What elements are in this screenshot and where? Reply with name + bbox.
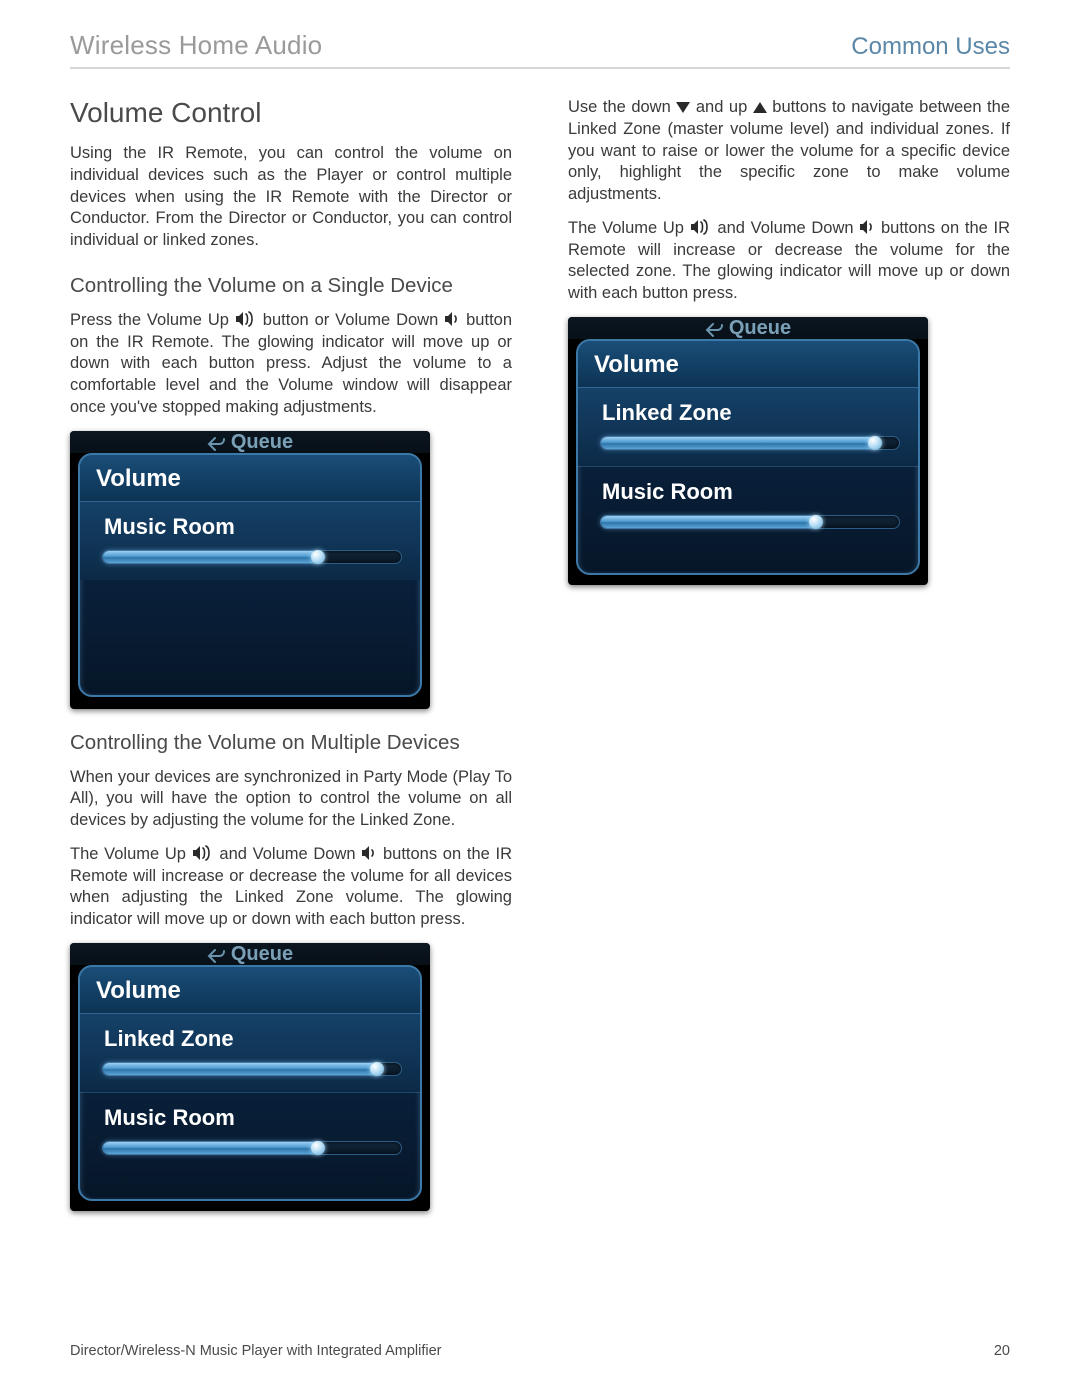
volume-slider[interactable] — [102, 1062, 402, 1076]
volume-slider[interactable] — [102, 550, 402, 564]
zone-label: Music Room — [104, 514, 406, 540]
zone-label: Music Room — [602, 479, 904, 505]
volume-down-icon — [444, 311, 460, 327]
page-footer: Director/Wireless-N Music Player with In… — [70, 1343, 1010, 1359]
down-arrow-icon — [676, 102, 690, 113]
return-icon — [705, 323, 723, 337]
multi-paragraph-2: The Volume Up and Volume Down buttons on… — [70, 844, 512, 931]
slider-fill — [103, 551, 318, 563]
slider-thumb-icon[interactable] — [311, 550, 325, 564]
section-title: Volume Control — [70, 97, 512, 129]
slider-thumb-icon[interactable] — [809, 515, 823, 529]
multi-paragraph-1: When your devices are synchronized in Pa… — [70, 767, 512, 832]
crumb-label: Queue — [729, 317, 791, 339]
subheading-multiple-devices: Controlling the Volume on Multiple Devic… — [70, 731, 512, 755]
volume-panel-title: Volume — [80, 455, 420, 502]
volume-panel-title: Volume — [578, 341, 918, 388]
slider-thumb-icon[interactable] — [311, 1141, 325, 1155]
slider-fill — [601, 516, 816, 528]
manual-page: Wireless Home Audio Common Uses Volume C… — [0, 0, 1080, 1397]
zone-label: Linked Zone — [104, 1026, 406, 1052]
zone-row-linked[interactable]: Linked Zone — [80, 1014, 420, 1092]
slider-thumb-icon[interactable] — [370, 1062, 384, 1076]
crumb-label: Queue — [231, 943, 293, 965]
zone-row-music[interactable]: Music Room — [80, 1092, 420, 1171]
zone-label: Linked Zone — [602, 400, 904, 426]
page-number: 20 — [994, 1343, 1010, 1359]
zone-row-linked[interactable]: Linked Zone — [578, 388, 918, 466]
device-screenshot-multi-left: Queue Volume Linked Zone Music Room — [70, 943, 430, 1211]
volume-panel: Volume Linked Zone Music Room — [576, 339, 920, 575]
slider-fill — [601, 437, 875, 449]
zone-label: Music Room — [104, 1105, 406, 1131]
slider-thumb-icon[interactable] — [868, 436, 882, 450]
device-screenshot-single: Queue Volume Music Room — [70, 431, 430, 709]
text-fragment: Use the down — [568, 98, 676, 116]
text-fragment: Press the Volume Up — [70, 311, 235, 329]
slider-fill — [103, 1063, 377, 1075]
volume-up-icon — [690, 219, 712, 235]
text-fragment: button or Volume Down — [257, 311, 444, 329]
volume-up-icon — [235, 311, 257, 327]
device-breadcrumb: Queue — [568, 317, 928, 339]
text-fragment: The Volume Up — [568, 219, 690, 237]
left-column: Volume Control Using the IR Remote, you … — [70, 97, 512, 1215]
zone-row-music[interactable]: Music Room — [578, 466, 918, 545]
text-fragment: and Volume Down — [712, 219, 860, 237]
volume-slider[interactable] — [102, 1141, 402, 1155]
zone-row[interactable]: Music Room — [80, 502, 420, 580]
text-fragment: and Volume Down — [214, 845, 362, 863]
return-icon — [207, 437, 225, 451]
right-column: Use the down and up buttons to navigate … — [568, 97, 1010, 1215]
footer-product: Director/Wireless-N Music Player with In… — [70, 1343, 441, 1359]
volume-up-icon — [192, 845, 214, 861]
up-arrow-icon — [753, 102, 767, 113]
single-device-paragraph: Press the Volume Up button or Volume Dow… — [70, 310, 512, 419]
volume-panel: Volume Music Room — [78, 453, 422, 697]
volume-slider[interactable] — [600, 515, 900, 529]
device-breadcrumb: Queue — [70, 943, 430, 965]
content-columns: Volume Control Using the IR Remote, you … — [70, 97, 1010, 1215]
volume-down-icon — [859, 219, 875, 235]
right-paragraph-2: The Volume Up and Volume Down buttons on… — [568, 218, 1010, 305]
volume-slider[interactable] — [600, 436, 900, 450]
subheading-single-device: Controlling the Volume on a Single Devic… — [70, 274, 512, 298]
intro-paragraph: Using the IR Remote, you can control the… — [70, 143, 512, 252]
header-left: Wireless Home Audio — [70, 30, 322, 61]
volume-panel-title: Volume — [80, 967, 420, 1014]
crumb-label: Queue — [231, 431, 293, 453]
page-header: Wireless Home Audio Common Uses — [70, 30, 1010, 69]
return-icon — [207, 949, 225, 963]
right-paragraph-1: Use the down and up buttons to navigate … — [568, 97, 1010, 206]
header-right: Common Uses — [851, 33, 1010, 61]
device-screenshot-multi-right: Queue Volume Linked Zone Music Room — [568, 317, 928, 585]
text-fragment: and up — [690, 98, 752, 116]
volume-down-icon — [361, 845, 377, 861]
text-fragment: The Volume Up — [70, 845, 192, 863]
device-breadcrumb: Queue — [70, 431, 430, 453]
slider-fill — [103, 1142, 318, 1154]
volume-panel: Volume Linked Zone Music Room — [78, 965, 422, 1201]
